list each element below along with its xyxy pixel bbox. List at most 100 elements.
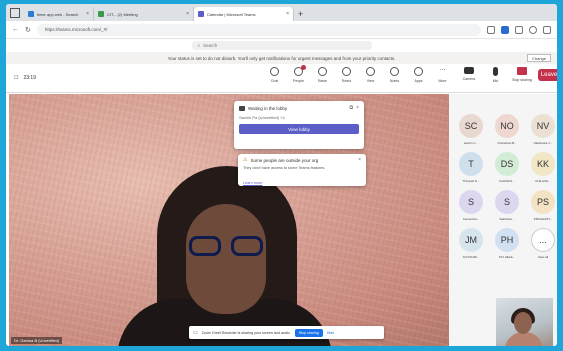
avatar: KK: [531, 152, 555, 176]
apps-icon: [414, 67, 423, 76]
attendee-grid: SC sachin C... NO Chandrani B... NV Nakshatra…: [453, 114, 557, 259]
meeting-favicon-icon: [98, 11, 104, 17]
attendee-tile[interactable]: S Sakshiwo...: [489, 190, 525, 221]
lobby-title: Waiting in the lobby: [248, 105, 288, 111]
speaker-face: [186, 204, 266, 314]
tab-teams[interactable]: Calendar | Microsoft Teams ×: [194, 7, 294, 21]
attendee-name: DHANUS...: [499, 179, 515, 183]
favorites-icon[interactable]: [487, 25, 495, 34]
attendee-name: PCI HELE...: [498, 255, 516, 259]
attendee-tile[interactable]: S Sumandra...: [453, 190, 489, 221]
attendee-tile[interactable]: DS DHANUS...: [489, 152, 525, 183]
teams-search-input[interactable]: ⌕ Search: [191, 41, 372, 50]
view-icon: [366, 67, 375, 76]
close-icon[interactable]: ×: [356, 105, 359, 111]
tab-meeting[interactable]: CIT... (2) Meeting ×: [94, 7, 194, 21]
speaker-name-tag: Dr. Garima B (Unverified): [11, 337, 62, 344]
notes-label: Notes: [389, 79, 400, 83]
glasses-lens: [231, 236, 263, 256]
people-button[interactable]: People: [288, 65, 309, 83]
chat-button[interactable]: Chat: [264, 67, 285, 83]
participants-list-icon[interactable]: ☐: [14, 75, 18, 81]
screen-share-bar: ▭ Zoom Greet Recorder is sharing your sc…: [189, 326, 384, 339]
tab-label: CIT... (2) Meeting: [107, 11, 138, 17]
new-tab-button[interactable]: +: [298, 9, 303, 19]
notes-button[interactable]: Notes: [384, 67, 405, 83]
avatar: NV: [531, 114, 555, 138]
tab-label: timer app web - Search: [37, 11, 79, 17]
attendee-tile[interactable]: JM JAYASURI...: [453, 228, 489, 259]
search-placeholder: Search: [203, 43, 218, 48]
react-button[interactable]: React: [336, 67, 357, 83]
avatar: DS: [495, 152, 519, 176]
share-button[interactable]: Stop sharing: [509, 67, 535, 83]
raise-hand-button[interactable]: Raise: [312, 67, 333, 83]
apps-button[interactable]: Apps: [408, 67, 429, 83]
react-label: React: [341, 79, 352, 83]
learn-more-link[interactable]: Learn more: [243, 181, 262, 185]
avatar: S: [495, 190, 519, 214]
status-banner: Your status is set to do not disturb. Yo…: [6, 52, 557, 64]
apps-label: Apps: [414, 79, 423, 83]
popout-icon[interactable]: ⧉: [350, 105, 354, 111]
camera-label: Camera: [462, 77, 476, 81]
lobby-header: Waiting in the lobby ⧉ ×: [239, 105, 359, 111]
avatar: SC: [459, 114, 483, 138]
banner-text: Your status is set to do not disturb. Yo…: [167, 55, 396, 61]
extension-icon[interactable]: [501, 25, 509, 34]
view-lobby-button[interactable]: View lobby: [239, 124, 359, 134]
notice-header: ⚠ Some people are outside your org ×: [243, 157, 361, 163]
more-button[interactable]: ··· More: [432, 67, 453, 83]
stop-sharing-button[interactable]: Stop sharing: [294, 328, 323, 337]
refresh-icon[interactable]: ↻: [25, 26, 31, 34]
attendee-tile[interactable]: T Thirupati N...: [453, 152, 489, 183]
self-view-video: [496, 298, 553, 346]
tab-search[interactable]: timer app web - Search ×: [24, 7, 94, 21]
close-icon[interactable]: ×: [358, 157, 361, 163]
attendee-tile[interactable]: PH PCI HELE...: [489, 228, 525, 259]
profile-icon[interactable]: [529, 25, 537, 34]
camera-button[interactable]: Camera: [456, 67, 482, 83]
leave-button[interactable]: Leave: [538, 69, 557, 81]
notes-icon: [390, 67, 399, 76]
settings-icon[interactable]: [543, 25, 551, 34]
notice-body: They don't have access to some Teams fea…: [243, 166, 326, 170]
attendee-name: Sumandra...: [462, 217, 480, 221]
attendee-tile[interactable]: NO Chandrani B...: [489, 114, 525, 145]
attendee-name: JAYASURI...: [462, 255, 480, 259]
mic-button[interactable]: Mic: [485, 67, 506, 83]
bing-favicon-icon: [28, 11, 34, 17]
change-status-button[interactable]: Change: [526, 54, 551, 62]
avatar: NO: [495, 114, 519, 138]
attendee-tile[interactable]: ... View all: [525, 228, 557, 259]
chat-icon: [270, 67, 279, 76]
timer-text: 23:19: [23, 75, 36, 81]
tab-bar: timer app web - Search × CIT... (2) Meet…: [6, 4, 557, 21]
attendee-tile[interactable]: SC sachin C...: [453, 114, 489, 145]
camera-icon: [464, 67, 474, 74]
collections-icon[interactable]: [515, 25, 523, 34]
share-indicator-icon: ▭: [193, 329, 198, 336]
attendee-tile[interactable]: NV Nakshatra V...: [525, 114, 557, 145]
external-org-notice: ⚠ Some people are outside your org × The…: [238, 154, 366, 186]
share-icon: [517, 67, 527, 75]
hide-button[interactable]: Hide: [327, 331, 334, 335]
chat-label: Chat: [270, 79, 279, 83]
teams-search-bar: ⌕ Search: [6, 39, 557, 52]
close-tab-icon[interactable]: ×: [86, 11, 89, 17]
lobby-popup: Waiting in the lobby ⧉ × Sachin Pa (Unve…: [234, 101, 364, 149]
window-menu-icon[interactable]: [10, 8, 20, 18]
back-icon[interactable]: ←: [12, 26, 19, 33]
raise-hand-icon: [318, 67, 327, 76]
view-button[interactable]: View: [360, 67, 381, 83]
avatar: S: [459, 190, 483, 214]
attendee-name: Sakshiwo...: [499, 217, 515, 221]
main-video: Dr. Garima B (Unverified): [9, 94, 449, 346]
attendee-tile[interactable]: PS PRASHANT...: [525, 190, 557, 221]
search-icon: ⌕: [197, 43, 201, 48]
url-input[interactable]: https://teams.microsoft.com/_#/: [36, 23, 481, 36]
close-tab-icon[interactable]: ×: [286, 11, 289, 17]
notification-badge: [301, 65, 306, 70]
close-tab-icon[interactable]: ×: [186, 11, 189, 17]
attendee-tile[interactable]: KK KHILASH...: [525, 152, 557, 183]
